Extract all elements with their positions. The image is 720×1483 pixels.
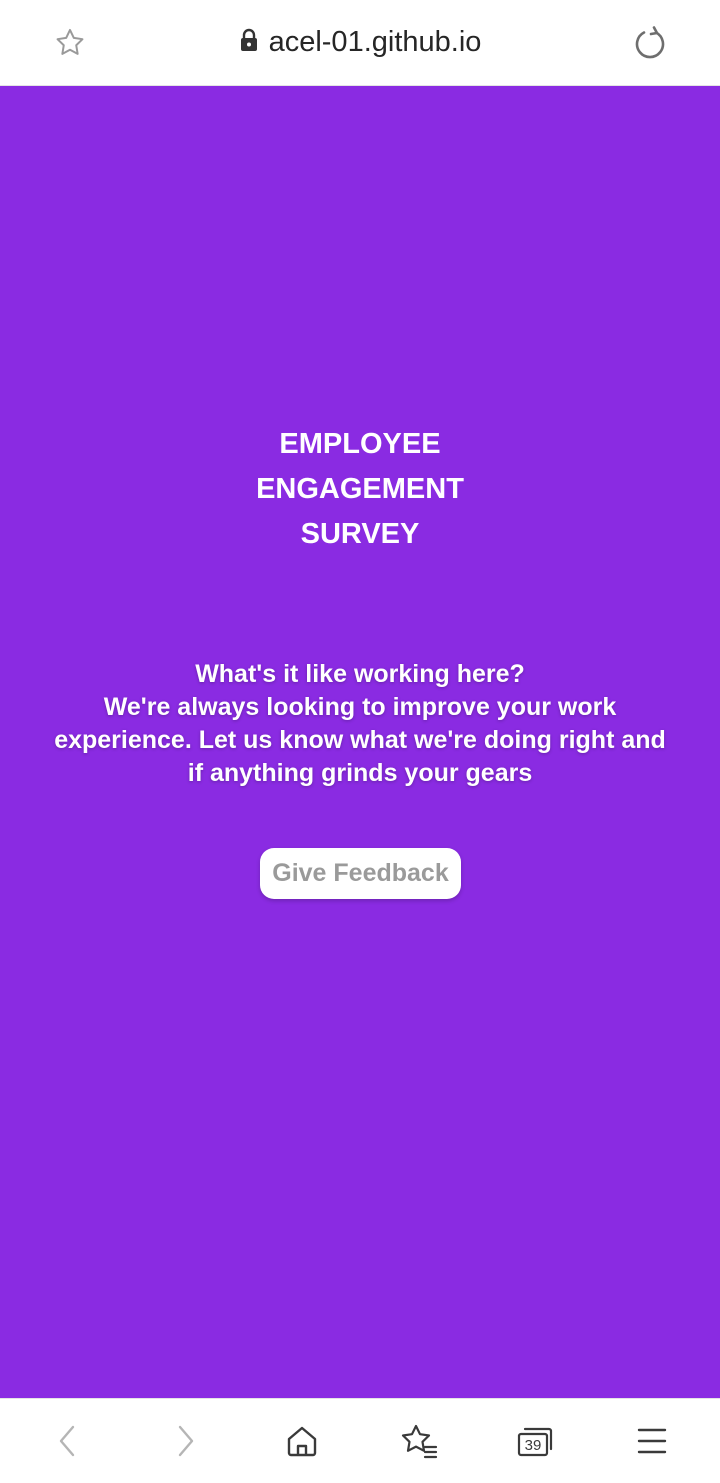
title-line: EMPLOYEE [279,428,441,460]
tab-count: 39 [525,1437,542,1454]
address-bar[interactable]: acel-01.github.io [239,26,482,59]
title-line: ENGAGEMENT [256,473,464,505]
chevron-left-icon[interactable] [40,1413,96,1469]
intro-question: What's it like working here? [195,660,525,688]
reload-icon[interactable] [622,15,678,71]
hamburger-menu-icon[interactable] [624,1413,680,1469]
url-text[interactable]: acel-01.github.io [269,26,482,59]
browser-top-bar: acel-01.github.io [0,0,720,86]
intro-description: We're always looking to improve your wor… [54,693,666,787]
lock-icon [239,28,259,57]
tabs-icon[interactable]: 39 [507,1413,563,1469]
page-title: EMPLOYEE ENGAGEMENT SURVEY [0,422,720,557]
page-content: EMPLOYEE ENGAGEMENT SURVEY What's it lik… [0,86,720,1398]
give-feedback-button[interactable]: Give Feedback [260,848,461,899]
star-list-icon[interactable] [391,1413,447,1469]
star-outline-icon[interactable] [42,15,98,71]
chevron-right-icon[interactable] [157,1413,213,1469]
home-icon[interactable] [274,1413,330,1469]
title-line: SURVEY [300,518,420,550]
intro-text: What's it like working here? We're alway… [50,658,670,790]
browser-bottom-bar: 39 [0,1398,720,1483]
